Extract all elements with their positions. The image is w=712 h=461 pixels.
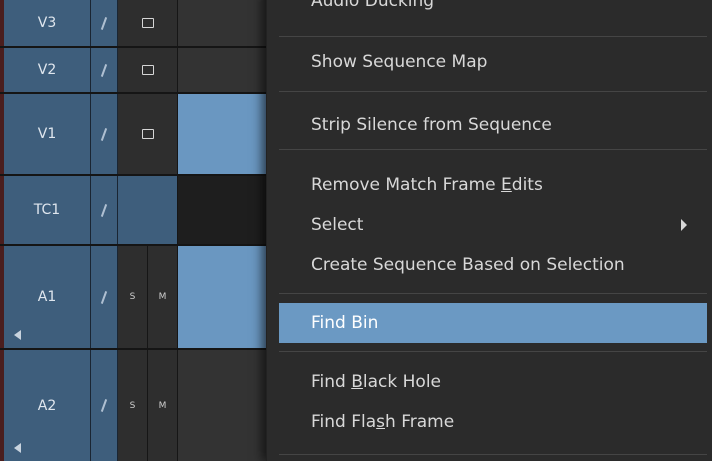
menu-separator (279, 293, 707, 294)
menu-separator (279, 454, 707, 455)
track-name-tc1[interactable]: TC1 (4, 176, 91, 244)
track-lock-v3[interactable] (91, 0, 118, 46)
menu-item-label: Find Fla (311, 412, 377, 432)
menu-item-remove-match-frame-edits[interactable]: Remove Match Frame Edits (279, 166, 707, 204)
lock-icon (100, 63, 108, 77)
track-monitor-tc1[interactable] (118, 176, 178, 244)
track-name-v2[interactable]: V2 (4, 48, 91, 92)
menu-separator (279, 91, 707, 92)
menu-item-mnemonic: E (501, 175, 512, 195)
solo-button-a2[interactable]: S (118, 350, 148, 461)
monitor-icon (141, 65, 154, 75)
mute-button-a1[interactable]: M (148, 246, 178, 348)
lock-icon (100, 127, 108, 141)
track-lock-a1[interactable] (91, 246, 118, 348)
menu-item-label: Remove Match Frame (311, 175, 502, 195)
submenu-arrow-icon (681, 219, 687, 231)
solo-button-a1[interactable]: S (118, 246, 148, 348)
menu-item-find-black-hole[interactable]: Find Black Hole (279, 363, 707, 401)
track-monitor-v1[interactable] (118, 94, 178, 174)
track-lock-v1[interactable] (91, 94, 118, 174)
context-menu: Audio Ducking Show Sequence Map Strip Si… (266, 0, 712, 461)
menu-separator (279, 351, 707, 352)
menu-item-label: dits (511, 175, 543, 195)
track-name-v3[interactable]: V3 (4, 0, 91, 46)
track-name-a2[interactable]: A2 (4, 350, 91, 461)
monitor-icon (141, 129, 154, 139)
menu-item-select[interactable]: Select (279, 206, 707, 244)
menu-item-create-sequence[interactable]: Create Sequence Based on Selection (279, 246, 707, 284)
speaker-icon[interactable] (14, 330, 21, 340)
lock-icon (100, 399, 108, 412)
menu-item-find-bin[interactable]: Find Bin (279, 303, 707, 343)
track-monitor-v2[interactable] (118, 48, 178, 92)
lock-icon (100, 290, 108, 304)
track-lock-tc1[interactable] (91, 176, 118, 244)
track-name-v1[interactable]: V1 (4, 94, 91, 174)
track-name-a1[interactable]: A1 (4, 246, 91, 348)
menu-separator (279, 36, 707, 37)
menu-item-label: lack Hole (362, 372, 442, 392)
track-lock-a2[interactable] (91, 350, 118, 461)
menu-item-mnemonic: B (351, 372, 363, 392)
menu-item-strip-silence[interactable]: Strip Silence from Sequence (279, 106, 707, 144)
lock-icon (100, 203, 108, 217)
monitor-icon (141, 18, 154, 28)
menu-item-label: Select (311, 215, 364, 235)
menu-item-audio-ducking[interactable]: Audio Ducking (279, 0, 707, 20)
video-clip[interactable] (178, 94, 278, 174)
menu-item-label: h Frame (385, 412, 455, 432)
lock-icon (100, 16, 108, 30)
menu-separator (279, 149, 707, 150)
speaker-icon[interactable] (14, 443, 21, 453)
track-lock-v2[interactable] (91, 48, 118, 92)
mute-button-a2[interactable]: M (148, 350, 178, 461)
menu-item-mnemonic: s (376, 412, 386, 432)
menu-item-find-flash-frame[interactable]: Find Flash Frame (279, 403, 707, 441)
track-monitor-v3[interactable] (118, 0, 178, 46)
track-label-a2: A2 (37, 397, 57, 414)
menu-item-label: Find (311, 372, 352, 392)
track-label-a1: A1 (37, 289, 57, 305)
audio-clip[interactable] (178, 246, 278, 348)
menu-item-show-sequence-map[interactable]: Show Sequence Map (279, 43, 707, 81)
